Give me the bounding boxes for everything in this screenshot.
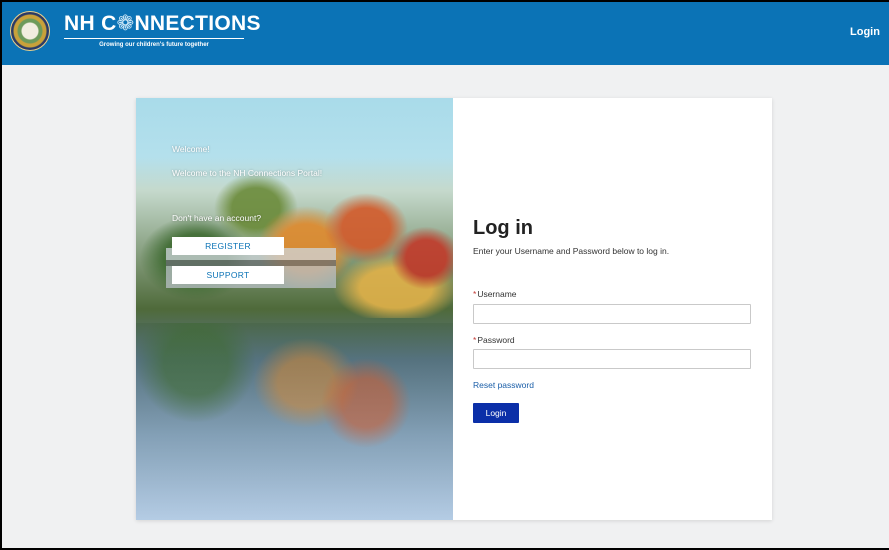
state-seal-icon — [10, 11, 50, 51]
brand-flower-icon: ❁ — [116, 12, 135, 35]
brand-logo[interactable]: NH C❁NNECTIONS Growing our children's fu… — [64, 12, 261, 54]
page-title: Log in — [473, 217, 533, 239]
brand-title-suffix: NNECTIONS — [134, 12, 261, 35]
brand-tagline: Growing our children's future together — [99, 42, 209, 48]
brand-title-prefix: NH C — [64, 12, 117, 35]
required-marker: * — [473, 289, 477, 299]
welcome-text: Welcome! — [172, 144, 210, 154]
password-label-text: Password — [477, 335, 515, 345]
no-account-text: Don't have an account? — [172, 213, 262, 223]
support-button[interactable]: SUPPORT — [172, 266, 284, 284]
username-input[interactable] — [473, 304, 751, 324]
password-input[interactable] — [473, 349, 751, 369]
register-button[interactable]: REGISTER — [172, 237, 284, 255]
username-label: *Username — [473, 289, 517, 300]
water-reflection-image — [136, 323, 453, 520]
covered-bridge-photo: Welcome! Welcome to the NH Connections P… — [136, 98, 453, 520]
password-label: *Password — [473, 335, 515, 346]
login-instructions: Enter your Username and Password below t… — [473, 246, 670, 256]
username-label-text: Username — [477, 289, 517, 299]
brand-title: NH C❁NNECTIONS — [64, 12, 261, 36]
welcome-portal-text: Welcome to the NH Connections Portal! — [172, 168, 323, 178]
required-marker: * — [473, 335, 477, 345]
reset-password-link[interactable]: Reset password — [473, 380, 534, 391]
top-navigation-bar: NH C❁NNECTIONS Growing our children's fu… — [2, 2, 889, 65]
autumn-trees-image — [136, 138, 453, 318]
brand-divider — [64, 38, 244, 39]
login-button[interactable]: Login — [473, 403, 519, 423]
login-form: Log in Enter your Username and Password … — [473, 98, 772, 520]
login-card: Welcome! Welcome to the NH Connections P… — [136, 98, 772, 520]
browser-viewport: NH C❁NNECTIONS Growing our children's fu… — [0, 0, 889, 550]
header-login-link[interactable]: Login — [850, 25, 880, 39]
